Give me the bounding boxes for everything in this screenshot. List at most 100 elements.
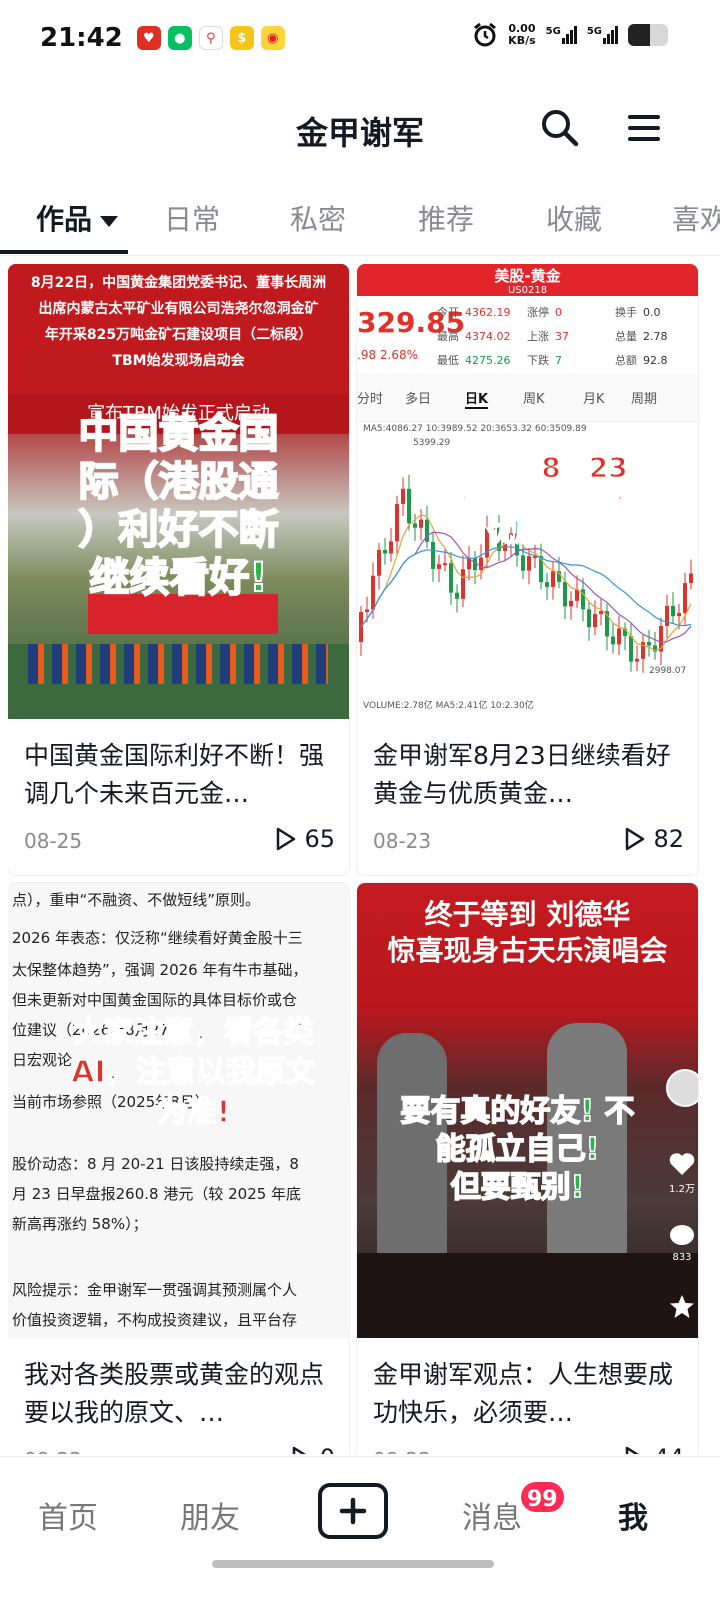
candle-body [527, 556, 531, 571]
like-stat: 1.2万 [668, 1151, 696, 1195]
video-card[interactable]: 点），重申“不融资、不做短线”原则。 2026 年表态：仅泛称“继续看好黄金股十三… [8, 883, 349, 1454]
card-meta: 08-23 82 [357, 815, 698, 875]
quote-row: 最高 4374.02 [437, 330, 511, 343]
card-date: 08-22 [373, 1448, 431, 1454]
coin-app-icon: $ [229, 26, 254, 50]
network-speed: 0.00 KB/s [508, 22, 536, 47]
tab-daily[interactable]: 日常 [164, 198, 220, 238]
notification-icons: ♥ ● ⚲ $ ◉ [136, 26, 285, 50]
card-date: 08-23 [373, 829, 432, 853]
card-title[interactable]: 中国黄金国际利好不断！强调几个未来百元金… [8, 719, 349, 815]
tab-favorites[interactable]: 收藏 [546, 198, 602, 238]
page-title: 金甲谢军 [295, 114, 424, 152]
candle-body [611, 636, 615, 645]
document-line: 太保整体趋势”，强调 2026 年有牛市基础， [12, 961, 308, 979]
tab-recommended[interactable]: 推荐 [418, 198, 474, 238]
tab-works[interactable]: 作品 [36, 198, 119, 238]
map-icon: ⚲ [198, 26, 223, 50]
nav-home[interactable]: 首页 [38, 1493, 98, 1537]
nav-me[interactable]: 我 [618, 1493, 648, 1537]
candle-body [683, 583, 687, 614]
candle-body [383, 549, 387, 554]
candle-body [545, 582, 549, 587]
audience [357, 1253, 698, 1338]
nav-friends[interactable]: 朋友 [180, 1493, 240, 1537]
candle-body [377, 549, 381, 576]
banner-line: 年开采825万吨金矿石建设项目（二标段） [44, 327, 313, 343]
search-icon[interactable] [538, 106, 582, 150]
video-card[interactable]: 美股-黄金 US0218 329.85 .98 2.68% 今开 4362.19 … [357, 264, 698, 875]
play-count: 65 [274, 825, 335, 853]
card-title[interactable]: 金甲谢军观点：人生想要成功快乐，必须要… [357, 1338, 698, 1434]
candle-body [665, 606, 669, 626]
profile-header: 金甲谢军 [0, 76, 720, 176]
wechat-icon: ● [167, 26, 192, 50]
candle-body [629, 636, 633, 662]
period-tab: 周期 [631, 392, 658, 407]
plus-icon [339, 1497, 367, 1525]
candle-body [443, 563, 447, 566]
candle-body [437, 564, 441, 569]
tab-private[interactable]: 私密 [290, 198, 346, 238]
volume-label: VOLUME:2.78亿 MA5:2.41亿 10:2.30亿 [363, 701, 534, 711]
play-icon [626, 1446, 640, 1454]
card-meta: 08-22 0 [8, 1434, 349, 1454]
video-thumbnail[interactable]: 8月22日，中国黄金集团党委书记、董事长周洲 出席内蒙古太平矿业有限公司浩尧尔忽… [8, 264, 349, 719]
document-line: 点），重申“不融资、不做短线”原则。 [12, 891, 261, 909]
nav-messages[interactable]: 消息 [462, 1493, 522, 1537]
video-thumbnail[interactable]: 美股-黄金 US0218 329.85 .98 2.68% 今开 4362.19 … [357, 264, 698, 719]
quote-row: 最低 4275.26 [437, 354, 511, 367]
video-card[interactable]: 终于等到 刘德华 惊喜现身古天乐演唱会 要有真的好友! 不 能孤立自己! 但要甄… [357, 883, 698, 1454]
quote-row: 今开 4362.19 [437, 306, 511, 319]
quote-row: 总量 2.78 [615, 330, 668, 343]
card-date: 08-25 [24, 829, 83, 853]
video-card[interactable]: 8月22日，中国黄金集团党委书记、董事长周洲 出席内蒙古太平矿业有限公司浩尧尔忽… [8, 264, 349, 875]
status-bar: 21:42 ♥ ● ⚲ $ ◉ 0.00 KB/s 5G 5G [0, 0, 720, 76]
candle-body [617, 628, 621, 645]
weibo-icon: ◉ [260, 26, 285, 50]
candle-body [389, 541, 393, 554]
quote-row: 上涨 37 [527, 330, 569, 343]
card-meta: 08-25 65 [8, 815, 349, 875]
caret-down-icon [100, 215, 119, 227]
candle-body [647, 642, 651, 646]
create-button[interactable] [318, 1483, 388, 1539]
period-tab: 日K [465, 388, 489, 409]
candle-body [599, 611, 603, 615]
period-tab: 月K [583, 392, 605, 407]
overlay-caption: 中国黄金国 际（港股通 ）利好不断 继续看好! [78, 410, 280, 602]
candle-body [551, 571, 555, 587]
menu-icon[interactable] [622, 106, 666, 150]
document-line: 新高再涨约 58%）； [12, 1215, 148, 1233]
candle-body [569, 600, 573, 607]
ma-line-label: MA5:4086.27 10:3989.52 20:3653.32 60:350… [363, 424, 587, 434]
play-count: 82 [623, 825, 684, 853]
banner-caption: 终于等到 刘德华 惊喜现身古天乐演唱会 [387, 898, 668, 967]
card-meta: 08-22 44 [357, 1434, 698, 1454]
card-title[interactable]: 我对各类股票或黄金的观点要以我的原文、… [8, 1338, 349, 1434]
candle-body [587, 609, 591, 628]
video-thumbnail[interactable]: 终于等到 刘德华 惊喜现身古天乐演唱会 要有真的好友! 不 能孤立自己! 但要甄… [357, 883, 698, 1338]
comment-icon [670, 1225, 694, 1245]
video-thumbnail[interactable]: 点），重申“不融资、不做短线”原则。 2026 年表态：仅泛称“继续看好黄金股十三… [8, 883, 349, 1338]
signal-indicator-2: 5G [587, 26, 618, 44]
tab-likes[interactable]: 喜欢 [672, 198, 720, 238]
candle-body [449, 563, 453, 593]
candle-body [671, 606, 675, 617]
period-tab: 分时 [357, 392, 384, 407]
comment-stat: 833 [668, 1223, 696, 1263]
crowd [28, 644, 328, 684]
candle-body [593, 614, 597, 628]
overlay-caption: 要有真的好友! 不 能孤立自己! 但要甄别! [400, 1093, 636, 1206]
play-icon [277, 827, 296, 851]
active-tab-indicator [0, 250, 128, 254]
card-title[interactable]: 金甲谢军8月23日继续看好黄金与优质黄金… [357, 719, 698, 815]
document-line: 但未更新对中国黄金国际的具体目标价或仓 [12, 991, 298, 1009]
candle-body [677, 613, 681, 617]
play-icon [292, 1446, 306, 1454]
document-line: 月 23 日早盘报260.8 港元（较 2025 年底 [12, 1185, 302, 1203]
candle-body [563, 581, 567, 607]
play-count: 44 [623, 1444, 684, 1454]
battery-fill [628, 24, 650, 46]
candle-body [461, 569, 465, 599]
